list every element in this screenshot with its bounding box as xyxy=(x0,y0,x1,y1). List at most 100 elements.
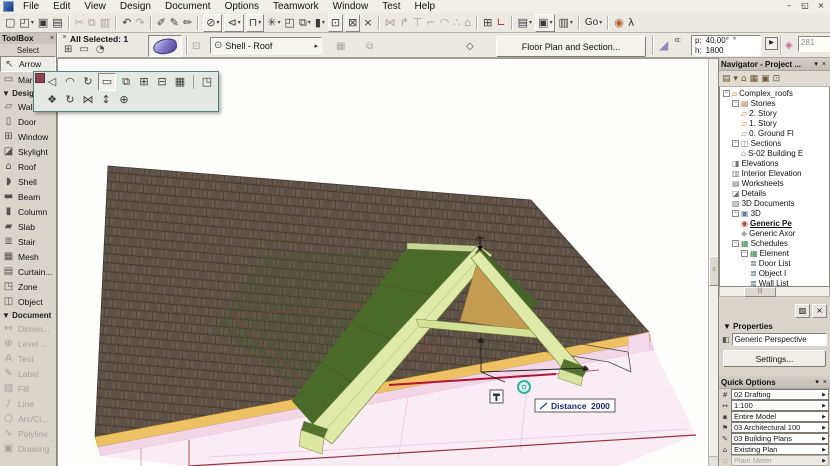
fly-through-icon[interactable]: ▥ ▾ xyxy=(557,15,573,31)
toolbox-section-select[interactable]: Select xyxy=(0,44,56,56)
toolbox-item-zone[interactable]: ◳ Zone xyxy=(0,279,56,294)
toolbox-item-label[interactable]: ✎ Label xyxy=(0,366,56,381)
close-properties-button[interactable]: × xyxy=(812,304,827,318)
menu-document[interactable]: Document xyxy=(158,1,218,12)
menu-options[interactable]: Options xyxy=(218,1,266,12)
menu-file[interactable]: File xyxy=(16,1,46,12)
menu-test[interactable]: Test xyxy=(375,1,407,12)
multiply-free-icon[interactable]: ⊕ xyxy=(116,92,132,108)
close-button[interactable]: × xyxy=(815,0,827,12)
tree-item-1-story[interactable]: ▱ 1. Story xyxy=(720,118,829,128)
flyout-corner-icon[interactable]: ◳ xyxy=(199,74,215,90)
toolbox-item-arcci[interactable]: ○ Arc/Ci... xyxy=(0,411,56,426)
stretch-icon[interactable]: ▦ xyxy=(172,74,188,90)
shell-geometry-icon[interactable]: ◇ xyxy=(466,41,474,52)
viewport-vertical-scrollbar[interactable]: ≡ xyxy=(708,59,719,457)
toolbox-item-beam[interactable]: ▬ Beam xyxy=(0,189,56,204)
element-settings-icon[interactable]: ⊞ xyxy=(482,15,493,31)
settings-button[interactable]: Settings... xyxy=(723,350,826,367)
walk-mode-icon[interactable]: λ xyxy=(627,15,636,31)
3d-window-icon[interactable]: ▣ ▾ xyxy=(535,13,556,32)
tree-item-s-02-building-e[interactable]: ⌂ S-02 Building E xyxy=(720,148,829,158)
pen-set-select[interactable]: 03 Architectural 100 ▶ xyxy=(731,422,829,433)
tree-item-3d-documents[interactable]: ▧ 3D Documents xyxy=(720,198,829,208)
restore-button[interactable]: ◱ xyxy=(799,0,811,12)
toolbox-item-text[interactable]: A Text xyxy=(0,351,56,366)
palette-drag-handle[interactable] xyxy=(35,73,45,83)
plane-cut-icon-dropdown[interactable]: ▾ xyxy=(238,19,241,26)
quick-options-titlebar[interactable]: Quick Options ▾ × xyxy=(719,376,830,389)
move-node-icon[interactable]: ◁ xyxy=(44,74,60,90)
layout-book-icon[interactable]: ▣ xyxy=(761,74,770,84)
rotate-free-icon[interactable]: ↻ xyxy=(62,92,78,108)
suspend-groups-icon[interactable]: ✳ ▾ xyxy=(266,15,281,31)
menu-teamwork[interactable]: Teamwork xyxy=(266,1,326,12)
3d-cutaway-icon-dropdown[interactable]: ▾ xyxy=(258,19,261,26)
infobox-close-icon[interactable]: × xyxy=(60,34,69,41)
quick-views-icon[interactable]: ◉ xyxy=(613,15,625,31)
toolbox-item-column[interactable]: ▮ Column xyxy=(0,204,56,219)
tree-item-complex-roofs[interactable]: − ⌂ Complex_roofs xyxy=(720,88,829,98)
print-icon[interactable]: ▤ xyxy=(51,15,63,31)
tree-item-generic-axor[interactable]: ◈ Generic Axor xyxy=(720,228,829,238)
3d-cutaway-icon[interactable]: ⊓ ▾ xyxy=(245,13,265,32)
tree-item-object-i[interactable]: ≣ Object I xyxy=(720,268,829,278)
toolbox-item-mesh[interactable]: ▦ Mesh xyxy=(0,249,56,264)
inject-parameters-icon[interactable]: ✎ xyxy=(169,15,180,31)
tree-item-details[interactable]: ◪ Details xyxy=(720,188,829,198)
quick-options-close-icon[interactable]: × xyxy=(821,379,829,386)
height-value[interactable]: 1800 xyxy=(706,46,724,56)
toolbox-item-roof[interactable]: ⌂ Roof xyxy=(0,159,56,174)
pickup-parameters-icon[interactable]: ✐ xyxy=(156,15,167,31)
tree-item-worksheets[interactable]: ▤ Worksheets xyxy=(720,178,829,188)
toolbox-item-fill[interactable]: ▨ Fill xyxy=(0,381,56,396)
fly-through-icon-dropdown[interactable]: ▾ xyxy=(570,19,573,26)
floor-plan-and-section-button[interactable]: Floor Plan and Section... xyxy=(496,36,646,57)
toolbox-item-line[interactable]: ∕ Line xyxy=(0,396,56,411)
tree-item-sections[interactable]: − ◫ Sections xyxy=(720,138,829,148)
menu-view[interactable]: View xyxy=(77,1,113,12)
navigator-titlebar[interactable]: Navigator - Project ... ▾ × xyxy=(719,58,830,71)
geometry-method-icon[interactable]: ⊞ xyxy=(64,44,72,55)
toolbox-item-skylight[interactable]: ◪ Skylight xyxy=(0,144,56,159)
rotate-edge-icon[interactable]: ↻ xyxy=(80,74,96,90)
element-visibility-dropdown[interactable]: ⊙ Shell - Roof ▸ xyxy=(210,37,322,54)
publisher-icon[interactable]: ⊡ xyxy=(773,74,781,84)
model-view-options-select[interactable]: 03 Building Plans ▶ xyxy=(731,433,829,444)
go-dropdown-dropdown[interactable]: ▾ xyxy=(599,19,602,26)
pitch-flyout-button[interactable]: ▶ xyxy=(765,37,778,50)
scrollbar-thumb[interactable]: ||| xyxy=(744,287,776,297)
palette-dock-button[interactable]: ▨ xyxy=(795,304,810,318)
toolbox-item-slab[interactable]: ▰ Slab xyxy=(0,219,56,234)
3d-window-icon-dropdown[interactable]: ▾ xyxy=(549,19,552,26)
close-view-icon[interactable]: × xyxy=(362,15,373,31)
tree-item-stories[interactable]: − ▤ Stories xyxy=(720,98,829,108)
layer-combination-select[interactable]: 02 Drafting ▶ xyxy=(731,389,829,400)
tree-item-element[interactable]: − ▦ Element xyxy=(720,248,829,258)
3d-viewport[interactable]: Distance 2000 ≡ xyxy=(57,58,719,466)
tree-item-schedules[interactable]: − ▦ Schedules xyxy=(720,238,829,248)
open-icon[interactable]: ◰ ▾ xyxy=(18,15,34,31)
tree-item-elevations[interactable]: ◨ Elevations xyxy=(720,158,829,168)
expand-toggle[interactable]: − xyxy=(732,209,739,217)
toolbox-item-curtain[interactable]: ▤ Curtain... xyxy=(0,264,56,279)
structure-display-select[interactable]: Entire Model ▶ xyxy=(731,411,829,422)
suspend-groups-icon-dropdown[interactable]: ▾ xyxy=(278,19,281,26)
tree-item-interior-elevation[interactable]: ▥ Interior Elevation xyxy=(720,168,829,178)
elevate-icon[interactable]: ↕ xyxy=(98,92,114,108)
new-icon[interactable]: ▢ xyxy=(4,15,16,31)
column-display-icon-dropdown[interactable]: ▾ xyxy=(322,19,325,26)
tree-item-wall-list[interactable]: ≣ Wall List xyxy=(720,278,829,287)
undo-icon[interactable]: ↶ xyxy=(121,15,132,31)
menu-window[interactable]: Window xyxy=(326,1,376,12)
column-display-icon[interactable]: ▮ ▾ xyxy=(314,15,326,31)
new-layout-icon-dropdown[interactable]: ▾ xyxy=(529,19,532,26)
tree-item-2-story[interactable]: ▱ 2. Story xyxy=(720,108,829,118)
offset-all-edges-icon[interactable]: ⧉ xyxy=(118,74,134,90)
mirror-free-icon[interactable]: ⋈ xyxy=(80,92,96,108)
shell-settings-button[interactable] xyxy=(148,35,182,57)
tree-item-0-ground-fl[interactable]: ▱ 0. Ground Fl xyxy=(720,128,829,138)
go-dropdown[interactable]: Go ▾ xyxy=(584,15,603,31)
corner-window-icon[interactable]: ◰ xyxy=(284,15,296,31)
layers-icon-dropdown[interactable]: ▾ xyxy=(308,19,311,26)
